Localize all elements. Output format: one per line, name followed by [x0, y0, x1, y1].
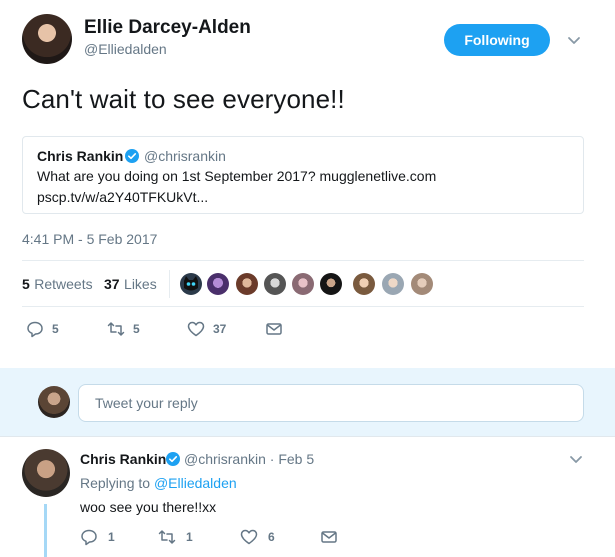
quoted-author-name: Chris Rankin	[37, 148, 124, 164]
retweet-icon	[107, 322, 125, 336]
like-count: 37	[213, 322, 227, 336]
chevron-down-icon[interactable]	[566, 32, 582, 48]
liker-avatar[interactable]	[292, 273, 314, 295]
reply-reply-action[interactable]: 1	[80, 528, 115, 546]
liker-avatar[interactable]	[382, 273, 404, 295]
replying-to: Replying to @Elliedalden	[80, 475, 237, 491]
replying-to-mention[interactable]: @Elliedalden	[154, 475, 237, 491]
direct-message-icon[interactable]	[265, 320, 283, 338]
reply-count: 5	[52, 322, 59, 336]
liker-divider	[169, 270, 170, 298]
reply-icon	[27, 321, 43, 338]
author-name[interactable]: Ellie Darcey-Alden	[84, 17, 251, 39]
reply-text: woo see you there!!xx	[80, 499, 217, 515]
reply-action[interactable]: 5	[26, 320, 59, 338]
quoted-author-handle: @chrisrankin	[144, 148, 226, 164]
likes-label: Likes	[124, 276, 157, 292]
divider	[22, 306, 584, 307]
reply-retweet-count: 1	[186, 530, 193, 544]
reply-retweet-action[interactable]: 1	[158, 528, 193, 546]
thread-line	[44, 504, 47, 557]
verified-badge-icon	[166, 452, 180, 466]
liker-avatar[interactable]	[411, 273, 433, 295]
retweet-action[interactable]: 5	[107, 320, 140, 338]
reply-icon	[81, 529, 97, 546]
liker-avatar[interactable]	[264, 273, 286, 295]
verified-badge-icon	[125, 149, 139, 163]
retweet-count: 5	[133, 322, 140, 336]
cat-icon	[184, 276, 198, 291]
following-button[interactable]: Following	[444, 24, 550, 56]
reply-author-avatar[interactable]	[22, 449, 70, 497]
liker-avatar[interactable]	[236, 273, 258, 295]
divider	[22, 260, 584, 261]
divider	[0, 436, 615, 437]
heart-icon	[187, 321, 205, 337]
likes-stat[interactable]: 37 Likes	[104, 276, 157, 294]
like-action[interactable]: 37	[187, 320, 226, 338]
chevron-down-icon[interactable]	[568, 451, 584, 467]
reply-like-action[interactable]: 6	[240, 528, 275, 546]
quoted-tweet[interactable]: Chris Rankin @chrisrankin What are you d…	[22, 136, 584, 214]
direct-message-icon[interactable]	[320, 528, 338, 546]
replying-to-prefix: Replying to	[80, 475, 154, 491]
likes-count: 37	[104, 276, 120, 292]
retweets-count: 5	[22, 276, 30, 292]
reply-reply-count: 1	[108, 530, 115, 544]
liker-avatar[interactable]	[180, 273, 202, 295]
tweet-timestamp[interactable]: 4:41 PM - 5 Feb 2017	[22, 231, 157, 247]
reply-author-handle[interactable]: @chrisrankin · Feb 5	[184, 451, 314, 467]
heart-icon	[240, 529, 258, 545]
tweet-reply-input[interactable]: Tweet your reply	[78, 384, 584, 422]
author-avatar[interactable]	[22, 14, 72, 64]
retweets-stat[interactable]: 5 Retweets	[22, 276, 93, 294]
quoted-text-line: What are you doing on 1st September 2017…	[37, 168, 437, 184]
liker-avatar[interactable]	[353, 273, 375, 295]
reply-like-count: 6	[268, 530, 275, 544]
retweets-label: Retweets	[34, 276, 93, 292]
reply-author-name[interactable]: Chris Rankin	[80, 451, 166, 467]
tweet-text: Can't wait to see everyone!!	[22, 84, 345, 114]
current-user-avatar	[38, 386, 70, 418]
liker-avatar[interactable]	[207, 273, 229, 295]
author-handle[interactable]: @Elliedalden	[84, 41, 167, 57]
retweet-icon	[158, 530, 176, 544]
liker-avatar[interactable]	[320, 273, 342, 295]
quoted-text-link: pscp.tv/w/a2Y40TFKUkVt...	[37, 189, 209, 205]
